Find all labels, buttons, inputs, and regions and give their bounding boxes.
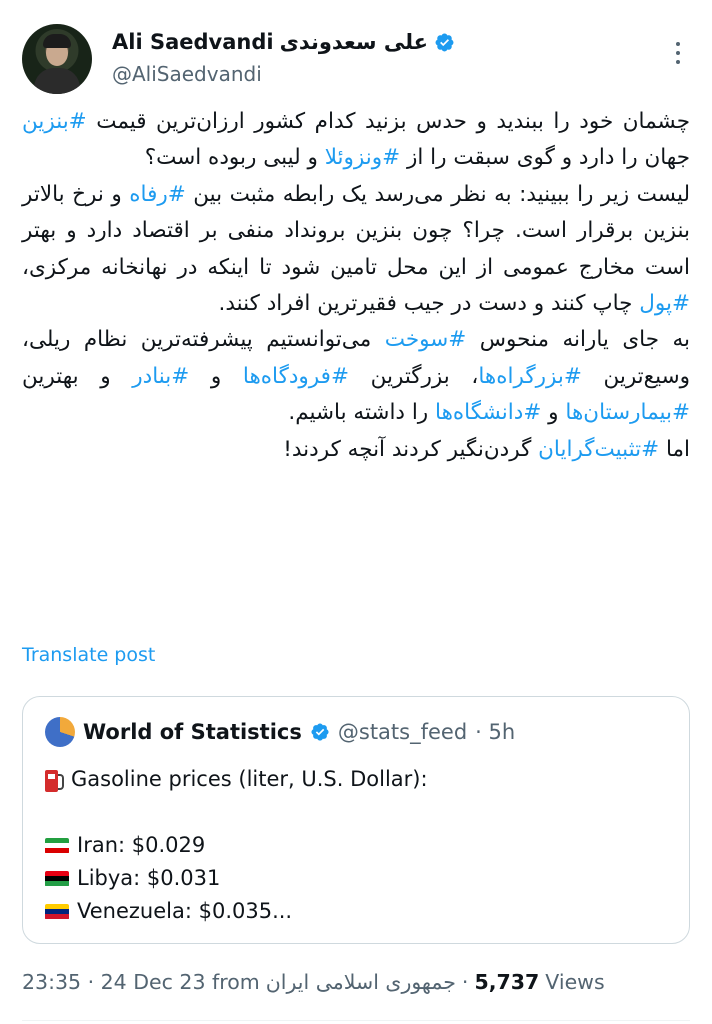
tweet-paragraph: به جای یارانه منحوس #سوخت می‌توانستیم پی…	[22, 322, 690, 431]
views-label: Views	[545, 970, 605, 994]
tweet-meta: 23:35 · 24 Dec 23 from جمهوری اسلامی ایر…	[22, 970, 605, 994]
quoted-timestamp[interactable]: · 5h	[475, 720, 515, 744]
hashtag-link[interactable]: #بزرگراه‌ها	[478, 364, 581, 389]
hashtag-link[interactable]: #بنزین	[22, 109, 87, 134]
hashtag-link[interactable]: #فرودگاه‌ها	[243, 364, 349, 389]
tweet-text-segment: چاپ کنند و دست در جیب فقیرترین افراد کنن…	[218, 291, 640, 317]
tweet-header: Ali Saedvandi علی سعدوندی @AliSaedvandi	[22, 24, 690, 94]
quoted-title-line: Gasoline prices (liter, U.S. Dollar):	[45, 763, 428, 796]
author-name[interactable]: Ali Saedvandi علی سعدوندی	[112, 30, 455, 54]
hashtag-link[interactable]: #دانشگاه‌ها	[435, 400, 541, 425]
fuel-pump-icon	[45, 768, 64, 792]
hashtag-link[interactable]: #رفاه	[129, 182, 186, 207]
tweet-location: جمهوری اسلامی ایران	[265, 970, 456, 994]
tweet-text-segment: و	[189, 363, 243, 389]
quoted-tweet-header: World of Statistics @stats_feed · 5h	[45, 717, 515, 747]
tweet-text-segment: ، بزرگترین	[348, 363, 479, 389]
meta-separator: ·	[461, 970, 469, 994]
tweet-text-segment: اما	[659, 436, 690, 462]
verified-badge-icon	[311, 723, 329, 741]
price-text: Venezuela: $0.035...	[77, 899, 293, 923]
tweet-text-segment: و	[541, 400, 566, 426]
hashtag-link[interactable]: #بنادر	[132, 364, 189, 389]
translate-post-link[interactable]: Translate post	[22, 644, 155, 666]
country-flag-icon	[45, 903, 69, 920]
author-handle[interactable]: @AliSaedvandi	[112, 62, 262, 86]
author-name-fa[interactable]: علی سعدوندی	[280, 30, 428, 54]
price-text: Libya: $0.031	[77, 866, 221, 890]
tweet-text-segment: گردن‌نگیر کردند آنچه کردند!	[283, 436, 539, 462]
price-list: Iran: $0.029 Libya: $0.031 Venezuela: $0.0…	[45, 829, 428, 928]
tweet-text-segment: را داشته باشیم.	[288, 400, 436, 426]
tweet-time[interactable]: 23:35 · 24 Dec 23 from	[22, 970, 260, 994]
quoted-author-name[interactable]: World of Statistics	[83, 720, 302, 744]
author-name-en[interactable]: Ali Saedvandi	[112, 30, 274, 54]
quoted-author-handle[interactable]: @stats_feed	[338, 720, 467, 744]
tweet-text-segment: به جای یارانه منحوس	[466, 327, 690, 353]
verified-badge-icon	[435, 33, 454, 51]
tweet-paragraph: چشمان خود را ببندید و حدس بزنید کدام کشو…	[22, 104, 690, 177]
tweet-paragraph: اما #تثبیت‌گرایان گردن‌نگیر کردند آنچه ک…	[22, 432, 690, 468]
country-flag-icon	[45, 870, 69, 887]
tweet-text-segment: جهان را دارد و گوی سبقت را از	[400, 145, 690, 171]
hashtag-link[interactable]: #پول	[639, 291, 690, 316]
price-item: Venezuela: $0.035...	[45, 895, 428, 928]
country-flag-icon	[45, 837, 69, 854]
tweet-paragraph: لیست زیر را ببینید: به نظر می‌رسد یک راب…	[22, 177, 690, 323]
quoted-tweet-body: Gasoline prices (liter, U.S. Dollar): Ir…	[45, 763, 428, 928]
divider	[22, 1020, 690, 1021]
price-item: Iran: $0.029	[45, 829, 428, 862]
hashtag-link[interactable]: #تثبیت‌گرایان	[538, 437, 659, 462]
quoted-author-avatar[interactable]	[45, 717, 75, 747]
more-options-icon[interactable]	[668, 38, 688, 68]
quoted-title: Gasoline prices (liter, U.S. Dollar):	[71, 767, 428, 791]
author-avatar[interactable]	[22, 24, 92, 94]
tweet-text-segment: و لیبی ربوده است؟	[144, 145, 325, 171]
tweet-text-segment: چشمان خود را ببندید و حدس بزنید کدام کشو…	[86, 109, 690, 134]
quoted-tweet[interactable]: World of Statistics @stats_feed · 5h Gas…	[22, 696, 690, 944]
hashtag-link[interactable]: #سوخت	[385, 327, 467, 352]
views-count: 5,737	[474, 970, 540, 994]
price-item: Libya: $0.031	[45, 862, 428, 895]
hashtag-link[interactable]: #ونزوئلا	[325, 145, 400, 170]
hashtag-link[interactable]: #بیمارستان‌ها	[565, 400, 690, 425]
tweet-text: چشمان خود را ببندید و حدس بزنید کدام کشو…	[22, 104, 690, 468]
tweet-text-segment: و بهترین	[22, 363, 133, 389]
price-text: Iran: $0.029	[77, 833, 206, 857]
tweet-text-segment: لیست زیر را ببینید: به نظر می‌رسد یک راب…	[185, 181, 691, 207]
